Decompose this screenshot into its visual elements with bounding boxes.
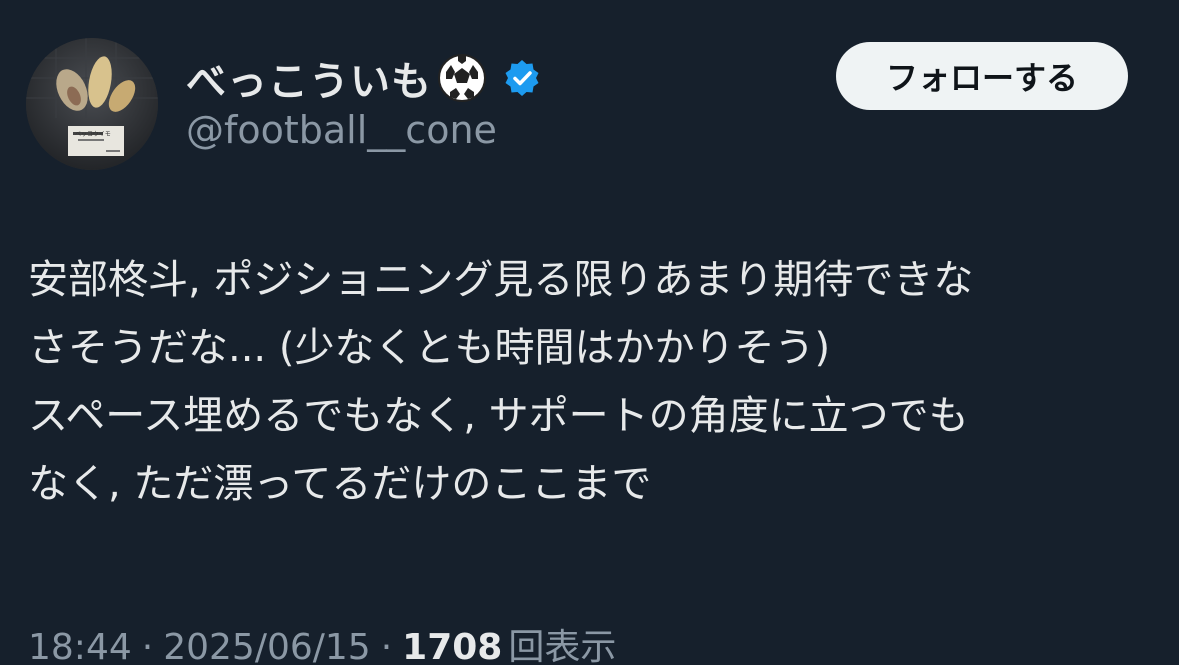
meta-separator: · [141, 627, 154, 665]
tweet-card: ベッコウイモ べっこういも @football__cone フォローする 安部柊… [0, 0, 1179, 665]
tweet-line: なく, ただ漂ってるだけのここまで [28, 461, 652, 507]
verified-badge-icon[interactable] [502, 58, 542, 98]
soccer-ball-icon [436, 52, 488, 104]
author-handle[interactable]: @football__cone [186, 108, 497, 152]
views-count[interactable]: 1708 [402, 627, 502, 665]
views-label: 回表示 [508, 627, 617, 665]
follow-button[interactable]: フォローする [836, 42, 1128, 110]
tweet-meta: 18:44 · 2025/06/15 · 1708 回表示 [28, 618, 616, 665]
avatar[interactable]: ベッコウイモ [26, 38, 158, 170]
tweet-line: スペース埋めるでもなく, サポートの角度に立つでも [28, 393, 969, 439]
author-name-row[interactable]: べっこういも [186, 50, 542, 106]
tweet-time[interactable]: 18:44 [28, 627, 132, 665]
tweet-line: さそうだな... (少なくとも時間はかかりそう) [28, 325, 831, 371]
tweet-text: 安部柊斗, ポジショニング見る限りあまり期待できな さそうだな... (少なくと… [28, 246, 1158, 518]
tweet-date[interactable]: 2025/06/15 [163, 627, 371, 665]
tweet-line: 安部柊斗, ポジショニング見る限りあまり期待できな [28, 257, 974, 303]
avatar-label-text: ベッコウイモ [75, 130, 111, 138]
display-name[interactable]: べっこういも [186, 49, 432, 107]
meta-separator: · [380, 627, 393, 665]
avatar-image: ベッコウイモ [26, 38, 158, 170]
